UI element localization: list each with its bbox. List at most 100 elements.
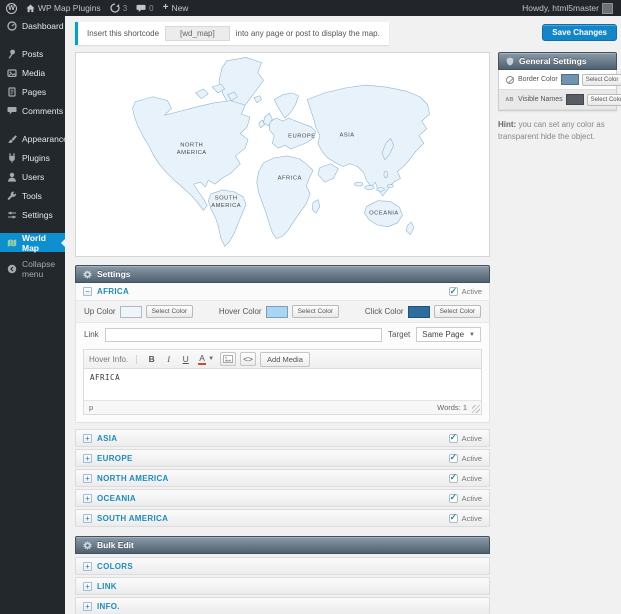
section-asia-header[interactable]: + ASIA Active (75, 429, 490, 447)
section-asia-active: Active (448, 432, 482, 443)
sidebar-item-collapse-menu[interactable]: Collapse menu (0, 259, 65, 279)
active-checkbox[interactable] (448, 286, 458, 297)
expand-plus-icon[interactable]: + (83, 581, 92, 591)
up-color-swatch[interactable] (119, 305, 142, 318)
label-asia: ASIA (339, 133, 354, 139)
expand-plus-icon[interactable]: + (83, 433, 92, 443)
editor-content[interactable]: AFRICA (84, 369, 481, 400)
visible-names-select-button[interactable]: Select Color (586, 93, 621, 106)
click-color-select-button[interactable]: Select Color (433, 305, 481, 318)
region-africa[interactable] (256, 155, 314, 239)
region-new-zealand[interactable] (405, 221, 415, 235)
section-north-america-header[interactable]: + NORTH AMERICA Active (75, 469, 490, 487)
hint-text: Hint: you can set any color as transpare… (498, 119, 617, 144)
region-scandinavia[interactable] (273, 92, 299, 119)
world-map-icon (7, 238, 17, 247)
italic-button[interactable]: I (162, 352, 175, 366)
sidebar-separator (0, 120, 65, 129)
hover-info-tab: Hover Info. (89, 354, 138, 364)
sidebar-item-dashboard[interactable]: Dashboard (0, 16, 65, 35)
expand-plus-icon[interactable]: + (83, 453, 92, 463)
world-map-preview: NORTH AMERICA SOUTH AMERICA EUROPE AFRIC… (75, 52, 490, 257)
up-color-select-button[interactable]: Select Color (145, 305, 193, 318)
region-arabia[interactable] (317, 163, 339, 183)
comments-menu[interactable]: 0 (136, 4, 154, 13)
region-indonesia[interactable] (354, 181, 364, 187)
general-settings-panel: Border Color Select Color AB Visible Nam… (498, 70, 621, 111)
add-media-button[interactable]: Add Media (260, 351, 310, 367)
collapse-minus-icon[interactable]: − (83, 287, 92, 296)
sidebar-item-media[interactable]: Media (0, 63, 65, 82)
shortcode-value[interactable]: [wd_map] (165, 26, 230, 41)
border-color-swatch[interactable] (560, 74, 579, 85)
text-color-glyph: A (198, 353, 207, 365)
active-checkbox[interactable] (448, 432, 458, 443)
hover-color-select-button[interactable]: Select Color (291, 305, 339, 318)
region-indonesia[interactable] (364, 185, 375, 190)
code-button[interactable]: <> (240, 352, 257, 366)
insert-image-button[interactable] (220, 352, 237, 366)
site-name-link[interactable]: WP Map Plugins (26, 3, 101, 13)
expand-plus-icon[interactable]: + (83, 493, 92, 503)
sidebar-item-tools[interactable]: Tools (0, 186, 65, 205)
sidebar-item-settings[interactable]: Settings (0, 205, 65, 224)
target-select[interactable]: Same Page ▼ (416, 327, 481, 342)
bulk-info-header[interactable]: + INFO. (75, 597, 490, 614)
bulk-colors-header[interactable]: + COLORS (75, 557, 490, 575)
pages-icon (8, 86, 16, 97)
link-input[interactable] (104, 327, 382, 342)
sidebar-item-plugins[interactable]: Plugins (0, 148, 65, 167)
section-oceania-header[interactable]: + OCEANIA Active (75, 489, 490, 507)
hover-info-editor: Hover Info. B I U A ▼ <> Add Media AFRIC… (83, 349, 482, 415)
active-checkbox[interactable] (448, 512, 458, 523)
word-count: Words: 1 (437, 403, 467, 412)
bold-button[interactable]: B (145, 352, 158, 366)
save-changes-button[interactable]: Save Changes (542, 24, 617, 41)
click-color-label: Click Color (364, 307, 404, 316)
updates-menu[interactable]: 3 (110, 3, 127, 13)
expand-plus-icon[interactable]: + (83, 513, 92, 523)
sidebar-item-comments[interactable]: Comments (0, 101, 65, 120)
new-content-menu[interactable]: + New (163, 3, 189, 14)
border-color-select-button[interactable]: Select Color (581, 73, 621, 86)
sidebar-item-pages[interactable]: Pages (0, 82, 65, 101)
shortcode-notice: Insert this shortcode [wd_map] into any … (75, 22, 389, 45)
region-philippines[interactable] (383, 170, 389, 179)
my-account-menu[interactable]: Howdy, html5master (522, 2, 613, 14)
section-africa-label: AFRICA (97, 287, 130, 296)
bulk-link-header[interactable]: + LINK (75, 577, 490, 595)
target-selected-value: Same Page (422, 330, 465, 339)
region-arctic-island[interactable] (195, 88, 209, 99)
sidebar-item-appearance[interactable]: Appearance (0, 129, 68, 148)
sidebar-item-users[interactable]: Users (0, 167, 65, 186)
active-checkbox[interactable] (448, 492, 458, 503)
click-color-swatch[interactable] (407, 305, 430, 318)
site-name: WP Map Plugins (38, 3, 101, 13)
underline-button[interactable]: U (179, 352, 192, 366)
expand-plus-icon[interactable]: + (83, 473, 92, 483)
section-africa-header[interactable]: − AFRICA Active (76, 283, 489, 300)
region-indonesia[interactable] (387, 184, 394, 188)
resize-grip[interactable] (472, 405, 480, 413)
sidebar-label: Posts (22, 48, 44, 59)
section-south-america-header[interactable]: + SOUTH AMERICA Active (75, 509, 490, 527)
text-color-button[interactable]: A ▼ (196, 352, 216, 366)
active-checkbox[interactable] (448, 452, 458, 463)
active-checkbox[interactable] (448, 472, 458, 483)
wp-logo-menu[interactable]: W (6, 2, 17, 14)
section-europe-header[interactable]: + EUROPE Active (75, 449, 490, 467)
label-south-america: SOUTH (215, 196, 238, 202)
active-label: Active (461, 453, 482, 463)
sidebar-item-posts[interactable]: Posts (0, 44, 65, 63)
expand-plus-icon[interactable]: + (83, 601, 92, 611)
bulk-colors-label: COLORS (97, 561, 134, 571)
region-madagascar[interactable] (311, 199, 321, 214)
expand-plus-icon[interactable]: + (83, 561, 92, 571)
region-indonesia[interactable] (376, 187, 385, 192)
visible-names-swatch[interactable] (565, 94, 584, 105)
hover-color-swatch[interactable] (265, 305, 288, 318)
sidebar-item-world-map[interactable]: World Map (0, 233, 65, 253)
region-iceland[interactable] (253, 95, 262, 103)
sidebar-label: Tools (22, 190, 42, 201)
editor-toolbar: Hover Info. B I U A ▼ <> Add Media (84, 350, 481, 369)
